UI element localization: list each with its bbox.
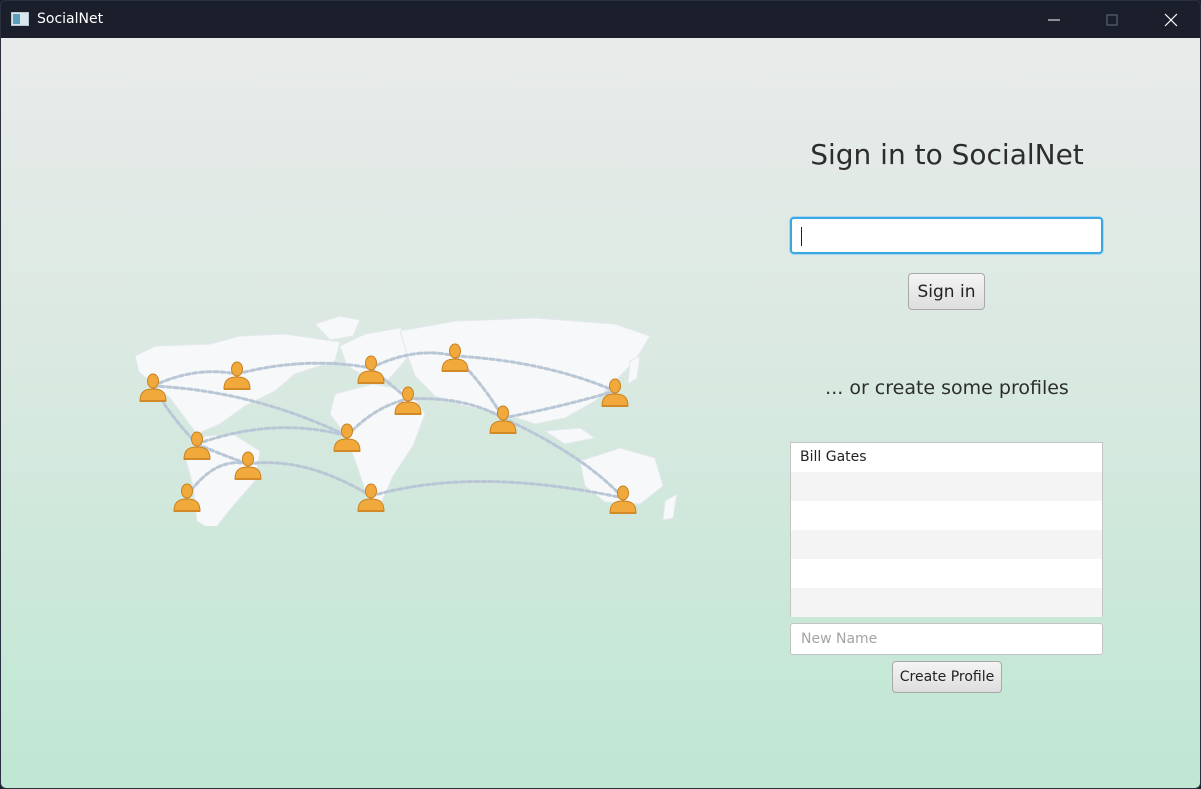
main-content: Sign in to SocialNet Sign in ... or crea…: [1, 38, 1200, 788]
maximize-button[interactable]: [1083, 1, 1141, 38]
window-title: SocialNet: [37, 11, 104, 27]
close-button[interactable]: [1142, 1, 1200, 38]
minimize-button[interactable]: [1025, 1, 1083, 38]
list-item[interactable]: [791, 472, 1102, 501]
maximize-icon: [1106, 14, 1118, 26]
signin-name-input[interactable]: [790, 217, 1103, 254]
signin-heading: Sign in to SocialNet: [810, 138, 1084, 171]
list-item[interactable]: [791, 530, 1102, 559]
signin-button[interactable]: Sign in: [908, 273, 985, 310]
minimize-icon: [1048, 19, 1060, 21]
close-icon: [1164, 13, 1178, 27]
text-caret: [801, 227, 802, 246]
create-profiles-heading: ... or create some profiles: [825, 377, 1069, 399]
list-item[interactable]: [791, 559, 1102, 588]
window-app-icon: [11, 11, 29, 26]
world-map-users-illustration: [134, 315, 678, 526]
create-profile-button[interactable]: Create Profile: [892, 661, 1002, 693]
list-item[interactable]: [791, 501, 1102, 530]
title-bar[interactable]: SocialNet: [1, 1, 1200, 38]
continents: [134, 315, 678, 526]
app-window: SocialNet Sign in to SocialNet Sign in .…: [0, 0, 1201, 789]
profile-list[interactable]: Bill Gates: [790, 442, 1103, 617]
list-item[interactable]: [791, 588, 1102, 617]
new-name-input[interactable]: [790, 623, 1103, 655]
list-item[interactable]: Bill Gates: [791, 443, 1102, 472]
